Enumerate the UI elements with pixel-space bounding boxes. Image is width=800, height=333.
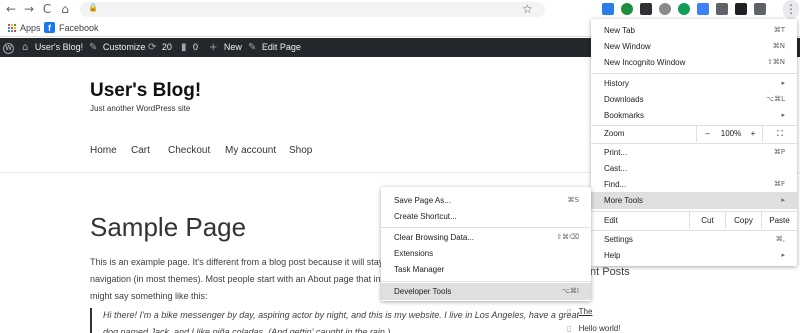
submenu-extensions[interactable]: Extensions [381, 245, 591, 262]
facebook-icon: f [44, 22, 55, 33]
submenu-arrow-icon: ▸ [781, 111, 785, 119]
lock-icon: 🔒 [88, 3, 98, 12]
plus-icon: + [209, 42, 218, 53]
menu-bookmarks[interactable]: Bookmarks ▸ [591, 107, 797, 124]
extension-icon[interactable] [659, 3, 671, 15]
menu-settings[interactable]: Settings ⌘, [591, 231, 797, 248]
nav-home[interactable]: Home [90, 145, 117, 156]
menu-cast[interactable]: Cast... [591, 160, 797, 177]
extension-icon[interactable] [697, 3, 709, 15]
nav-checkout[interactable]: Checkout [168, 145, 210, 156]
extension-icon[interactable] [678, 3, 690, 15]
extension-icon[interactable] [621, 3, 633, 15]
new-content-link[interactable]: + New [209, 38, 242, 57]
comment-icon: ▮ [181, 42, 187, 53]
recent-posts-title: nt Posts [590, 266, 630, 278]
submenu-arrow-icon: ▸ [781, 251, 785, 259]
site-title[interactable]: User's Blog! [90, 80, 201, 102]
menu-separator [381, 227, 591, 228]
menu-new-tab[interactable]: New Tab ⌘T [591, 22, 797, 39]
updates-link[interactable]: ⟳ 20 [148, 38, 172, 57]
edit-paste-button[interactable]: Paste [761, 212, 797, 229]
menu-help[interactable]: Help ▸ [591, 247, 797, 264]
menu-zoom-row: Zoom – 100% + ⛶ [591, 125, 797, 142]
document-icon: ▯ [567, 324, 572, 333]
menu-history[interactable]: History ▸ [591, 75, 797, 92]
extension-icon[interactable] [640, 3, 652, 15]
address-bar[interactable] [80, 2, 545, 17]
blockquote-line-2: dog named Jack, and I like piña coladas.… [103, 327, 391, 333]
menu-separator [591, 73, 797, 74]
extension-icon[interactable] [754, 3, 766, 15]
submenu-arrow-icon: ▸ [781, 196, 785, 204]
edit-page-link[interactable]: ✎ Edit Page [248, 38, 301, 57]
reload-button[interactable]: C [40, 2, 54, 16]
document-icon: ▯ [567, 307, 572, 316]
extension-icon[interactable] [735, 3, 747, 15]
nav-my-account[interactable]: My account [225, 145, 276, 156]
submenu-developer-tools[interactable]: Developer Tools ⌥⌘I [381, 283, 591, 300]
comments-link[interactable]: ▮ 0 [181, 38, 198, 57]
nav-shop[interactable]: Shop [289, 145, 312, 156]
submenu-task-manager[interactable]: Task Manager [381, 261, 591, 278]
blockquote-line-1: Hi there! I'm a bike messenger by day, a… [103, 310, 579, 320]
wordpress-logo-icon[interactable]: W [3, 38, 16, 57]
menu-separator [381, 281, 591, 282]
extension-icon[interactable] [602, 3, 614, 15]
submenu-create-shortcut[interactable]: Create Shortcut... [381, 208, 591, 225]
customize-link[interactable]: ✎ Customize [89, 38, 145, 57]
bookmark-star-icon[interactable]: ☆ [522, 2, 533, 16]
menu-print[interactable]: Print... ⌘P [591, 144, 797, 161]
pencil-icon: ✎ [248, 42, 257, 53]
more-tools-submenu: Save Page As... ⌘S Create Shortcut... Cle… [381, 187, 591, 301]
menu-edit-row: Edit Cut Copy Paste [591, 212, 797, 229]
browser-toolbar: ← → C ⌂ 🔒 ☆ ⋮ [0, 0, 800, 19]
zoom-out-button[interactable]: – [696, 125, 718, 142]
chrome-menu: New Tab ⌘T New Window ⌘N New Incognito Win… [591, 19, 797, 266]
chrome-menu-button[interactable]: ⋮ [783, 0, 799, 19]
nav-cart[interactable]: Cart [131, 145, 150, 156]
bookmark-apps[interactable]: Apps [20, 21, 41, 35]
refresh-icon: ⟳ [148, 42, 157, 53]
submenu-save-page[interactable]: Save Page As... ⌘S [381, 192, 591, 209]
menu-downloads[interactable]: Downloads ⌥⌘L [591, 91, 797, 108]
recent-post-2[interactable]: ▯ Hello world! [567, 324, 620, 333]
menu-new-incognito[interactable]: New Incognito Window ⇧⌘N [591, 54, 797, 71]
menu-find[interactable]: Find... ⌘F [591, 176, 797, 193]
menu-more-tools[interactable]: More Tools ▸ [591, 192, 797, 209]
back-button[interactable]: ← [4, 2, 18, 16]
admin-site-link[interactable]: ⌂ User's Blog! [22, 38, 83, 57]
forward-button[interactable]: → [22, 2, 36, 16]
home-button[interactable]: ⌂ [58, 2, 72, 16]
bookmark-facebook[interactable]: Facebook [59, 21, 99, 35]
edit-copy-button[interactable]: Copy [725, 212, 761, 229]
extension-icon[interactable] [716, 3, 728, 15]
submenu-arrow-icon: ▸ [781, 79, 785, 87]
brush-icon: ✎ [89, 42, 98, 53]
edit-cut-button[interactable]: Cut [689, 212, 725, 229]
site-tagline: Just another WordPress site [90, 104, 191, 113]
blockquote-bar [90, 308, 92, 333]
apps-grid-icon[interactable] [8, 24, 17, 33]
home-icon: ⌂ [22, 42, 29, 53]
submenu-clear-browsing-data[interactable]: Clear Browsing Data... ⇧⌘⌫ [381, 229, 591, 246]
page-title: Sample Page [90, 212, 247, 242]
zoom-level: 100% [720, 129, 742, 138]
fullscreen-icon[interactable]: ⛶ [762, 125, 797, 142]
zoom-in-button[interactable]: + [744, 125, 762, 142]
menu-new-window[interactable]: New Window ⌘N [591, 38, 797, 55]
recent-post-1[interactable]: ▯ The [567, 307, 592, 316]
